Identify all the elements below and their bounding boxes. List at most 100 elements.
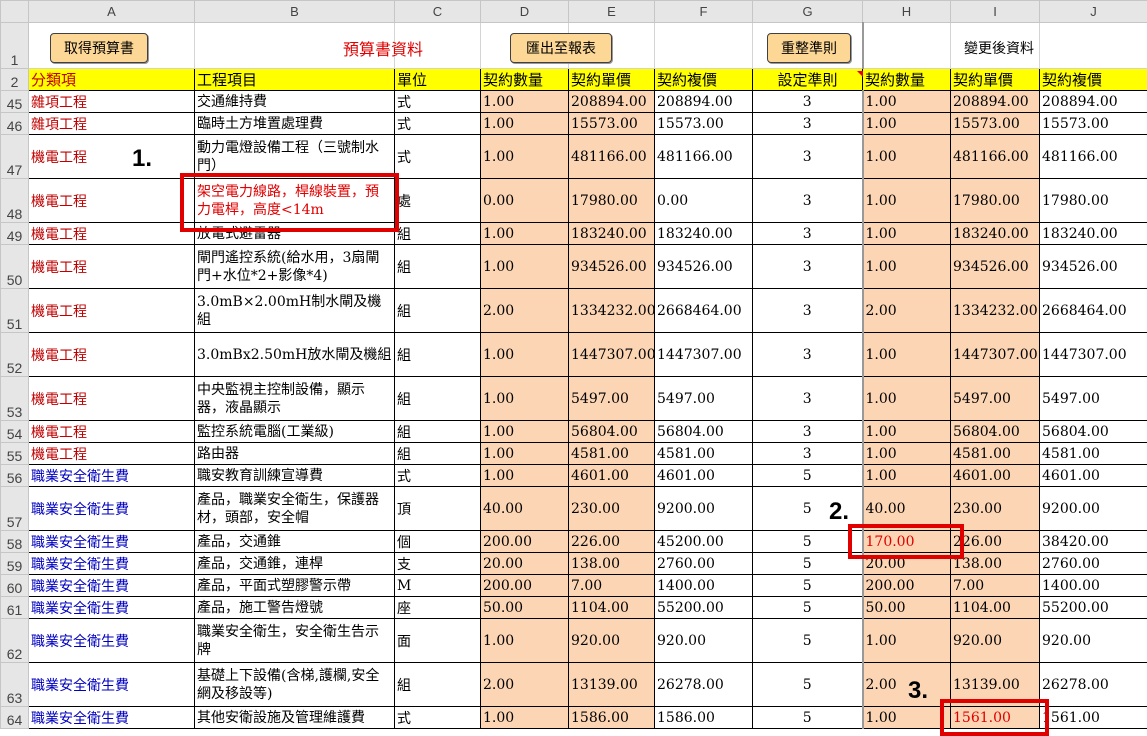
new-price-cell[interactable]: 934526.00 [950, 244, 1040, 289]
new-total-cell[interactable]: 2760.00 [1039, 552, 1147, 575]
row-header[interactable]: 48 [0, 178, 29, 223]
contract-qty-cell[interactable]: 0.00 [480, 178, 569, 223]
contract-price-cell[interactable]: 226.00 [568, 530, 655, 553]
item-cell[interactable]: 動力電燈設備工程（三號制水門） [194, 134, 395, 179]
new-price-cell[interactable]: 481166.00 [950, 134, 1040, 179]
new-total-cell[interactable]: 1561.00 [1039, 706, 1147, 729]
reset-rule-button[interactable]: 重整準則 [767, 33, 851, 63]
contract-total-cell[interactable]: 481166.00 [654, 134, 753, 179]
new-qty-cell[interactable]: 1.00 [862, 376, 951, 421]
contract-price-cell[interactable]: 15573.00 [568, 112, 655, 135]
item-cell[interactable]: 閘門遙控系統(給水用，3扇閘門+水位*2+影像*4) [194, 244, 395, 289]
new-price-cell[interactable]: 4601.00 [950, 464, 1040, 487]
get-budget-button[interactable]: 取得預算書 [50, 33, 148, 63]
category-cell[interactable]: 機電工程 [28, 376, 195, 421]
new-total-cell[interactable]: 481166.00 [1039, 134, 1147, 179]
contract-qty-cell[interactable]: 40.00 [480, 486, 569, 531]
item-cell[interactable]: 中央監視主控制設備，顯示器，液晶顯示 [194, 376, 395, 421]
contract-qty-cell[interactable]: 1.00 [480, 618, 569, 663]
new-qty-cell[interactable]: 1.00 [862, 178, 951, 223]
contract-price-cell[interactable]: 4601.00 [568, 464, 655, 487]
header-new-price[interactable]: 契約單價 [950, 68, 1040, 91]
new-total-cell[interactable]: 5497.00 [1039, 376, 1147, 421]
new-qty-cell[interactable]: 200.00 [862, 574, 951, 597]
rule-cell[interactable]: 5 [752, 464, 864, 487]
unit-cell[interactable]: 式 [394, 112, 481, 135]
contract-total-cell[interactable]: 15573.00 [654, 112, 753, 135]
rule-cell[interactable]: 5 [752, 662, 864, 707]
new-qty-cell[interactable]: 1.00 [862, 420, 951, 443]
contract-price-cell[interactable]: 138.00 [568, 552, 655, 575]
item-cell[interactable]: 產品，交通錐 [194, 530, 395, 553]
contract-total-cell[interactable]: 4601.00 [654, 464, 753, 487]
category-cell[interactable]: 機電工程 [28, 420, 195, 443]
column-header[interactable]: G [752, 0, 863, 23]
item-cell[interactable]: 其他安衛設施及管理維護費 [194, 706, 395, 729]
unit-cell[interactable]: 頂 [394, 486, 481, 531]
new-total-cell[interactable]: 17980.00 [1039, 178, 1147, 223]
item-cell[interactable]: 職業安全衛生，安全衛生告示牌 [194, 618, 395, 663]
contract-total-cell[interactable]: 55200.00 [654, 596, 753, 619]
new-qty-cell[interactable]: 2.00 [862, 662, 951, 707]
row-header[interactable]: 2 [0, 68, 29, 91]
row-header[interactable]: 49 [0, 222, 29, 245]
rule-cell[interactable]: 3 [752, 244, 864, 289]
contract-qty-cell[interactable]: 1.00 [480, 464, 569, 487]
new-total-cell[interactable]: 208894.00 [1039, 90, 1147, 113]
new-price-cell[interactable]: 7.00 [950, 574, 1040, 597]
contract-total-cell[interactable]: 9200.00 [654, 486, 753, 531]
row-header[interactable]: 55 [0, 442, 29, 465]
header-unit[interactable]: 單位 [394, 68, 481, 91]
category-cell[interactable]: 機電工程 [28, 222, 195, 245]
row-header[interactable]: 63 [0, 662, 29, 707]
category-cell[interactable]: 職業安全衛生費 [28, 574, 195, 597]
rule-cell[interactable]: 3 [752, 332, 864, 377]
category-cell[interactable]: 機電工程 [28, 332, 195, 377]
unit-cell[interactable]: 式 [394, 134, 481, 179]
column-header[interactable]: F [654, 0, 753, 23]
new-qty-cell[interactable]: 1.00 [862, 442, 951, 465]
rule-cell[interactable]: 3 [752, 112, 864, 135]
contract-price-cell[interactable]: 56804.00 [568, 420, 655, 443]
contract-total-cell[interactable]: 26278.00 [654, 662, 753, 707]
contract-total-cell[interactable]: 920.00 [654, 618, 753, 663]
new-total-cell[interactable]: 55200.00 [1039, 596, 1147, 619]
row-header[interactable]: 61 [0, 596, 29, 619]
column-header[interactable]: A [28, 0, 195, 23]
contract-price-cell[interactable]: 1447307.00 [568, 332, 655, 377]
contract-qty-cell[interactable]: 1.00 [480, 112, 569, 135]
unit-cell[interactable]: 式 [394, 90, 481, 113]
contract-total-cell[interactable]: 0.00 [654, 178, 753, 223]
unit-cell[interactable]: 組 [394, 662, 481, 707]
contract-qty-cell[interactable]: 1.00 [480, 90, 569, 113]
item-cell[interactable]: 基礎上下設備(含梯,護欄,安全網及移設等) [194, 662, 395, 707]
new-total-cell[interactable]: 38420.00 [1039, 530, 1147, 553]
new-price-cell[interactable]: 1334232.00 [950, 288, 1040, 333]
contract-price-cell[interactable]: 208894.00 [568, 90, 655, 113]
category-cell[interactable]: 機電工程 [28, 244, 195, 289]
row-header[interactable]: 64 [0, 706, 29, 729]
header-new-total[interactable]: 契約複價 [1039, 68, 1147, 91]
unit-cell[interactable]: 座 [394, 596, 481, 619]
cell[interactable] [654, 22, 753, 69]
contract-price-cell[interactable]: 17980.00 [568, 178, 655, 223]
header-category[interactable]: 分類項 [28, 68, 195, 91]
row-header[interactable]: 1 [0, 22, 29, 69]
contract-qty-cell[interactable]: 50.00 [480, 596, 569, 619]
new-total-cell[interactable]: 4601.00 [1039, 464, 1147, 487]
header-item[interactable]: 工程項目 [194, 68, 395, 91]
rule-cell[interactable]: 3 [752, 134, 864, 179]
new-price-cell[interactable]: 4581.00 [950, 442, 1040, 465]
row-header[interactable]: 60 [0, 574, 29, 597]
row-header[interactable]: 54 [0, 420, 29, 443]
unit-cell[interactable]: 組 [394, 442, 481, 465]
contract-price-cell[interactable]: 934526.00 [568, 244, 655, 289]
item-cell[interactable]: 路由器 [194, 442, 395, 465]
item-cell[interactable]: 職安教育訓練宣導費 [194, 464, 395, 487]
contract-price-cell[interactable]: 4581.00 [568, 442, 655, 465]
unit-cell[interactable]: 組 [394, 288, 481, 333]
contract-total-cell[interactable]: 56804.00 [654, 420, 753, 443]
rule-cell[interactable]: 3 [752, 222, 864, 245]
new-total-cell[interactable]: 1400.00 [1039, 574, 1147, 597]
contract-price-cell[interactable]: 1104.00 [568, 596, 655, 619]
